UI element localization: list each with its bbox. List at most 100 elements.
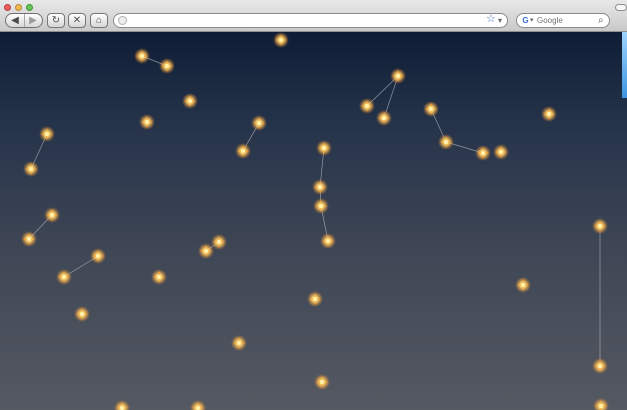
starfield <box>21 32 609 410</box>
star-core <box>119 405 125 410</box>
star-core <box>156 274 162 280</box>
star-core <box>216 239 222 245</box>
star-core <box>597 363 603 369</box>
star <box>139 114 155 130</box>
forward-button[interactable]: ▶ <box>24 14 42 27</box>
star-core <box>236 340 242 346</box>
star <box>320 233 336 249</box>
star <box>438 134 454 150</box>
star-core <box>428 106 434 112</box>
star <box>114 400 130 410</box>
star <box>390 68 406 84</box>
history-navigation: ◀ ▶ <box>5 13 43 28</box>
constellation-stars <box>21 32 609 410</box>
star <box>56 269 72 285</box>
star-core <box>381 115 387 121</box>
star-core <box>26 236 32 242</box>
star <box>273 32 289 48</box>
star <box>592 358 608 374</box>
star-core <box>498 149 504 155</box>
star-core <box>144 119 150 125</box>
close-window-button[interactable] <box>4 4 11 11</box>
star <box>21 231 37 247</box>
star <box>134 48 150 64</box>
page-viewport <box>0 32 627 410</box>
star-core <box>364 103 370 109</box>
star-core <box>61 274 67 280</box>
star <box>198 243 214 259</box>
star <box>376 110 392 126</box>
star-core <box>195 405 201 410</box>
star <box>307 291 323 307</box>
star-core <box>597 223 603 229</box>
star <box>592 218 608 234</box>
star-core <box>321 145 327 151</box>
star <box>44 207 60 223</box>
star-core <box>443 139 449 145</box>
star <box>423 101 439 117</box>
star <box>251 115 267 131</box>
star-core <box>278 37 284 43</box>
address-bar[interactable]: ☆ ▾ <box>113 13 508 28</box>
bookmark-star-icon[interactable]: ☆ <box>486 13 496 26</box>
star <box>515 277 531 293</box>
star <box>159 58 175 74</box>
star-core <box>28 166 34 172</box>
star-core <box>520 282 526 288</box>
star <box>74 306 90 322</box>
star <box>359 98 375 114</box>
star-core <box>164 63 170 69</box>
search-box[interactable]: G ▾ ⌕ <box>516 13 610 28</box>
star-core <box>203 248 209 254</box>
star-core <box>317 184 323 190</box>
star <box>593 398 609 410</box>
star <box>211 234 227 250</box>
star-core <box>187 98 193 104</box>
minimize-window-button[interactable] <box>15 4 22 11</box>
bookmark-menu-chevron-icon[interactable]: ▾ <box>498 14 502 27</box>
star-core <box>139 53 145 59</box>
star-core <box>95 253 101 259</box>
reload-button[interactable]: ↻ <box>47 13 65 28</box>
star <box>313 198 329 214</box>
star-core <box>395 73 401 79</box>
star-core <box>325 238 331 244</box>
star <box>23 161 39 177</box>
search-icon[interactable]: ⌕ <box>598 14 604 27</box>
browser-window: ◀ ▶ ↻ ✕ ⌂ ☆ ▾ G ▾ ⌕ <box>0 0 627 410</box>
star <box>190 400 206 410</box>
star-core <box>312 296 318 302</box>
search-input[interactable] <box>537 14 595 27</box>
browser-toolbar: ◀ ▶ ↻ ✕ ⌂ ☆ ▾ G ▾ ⌕ <box>0 0 627 32</box>
stop-button[interactable]: ✕ <box>68 13 86 28</box>
star-core <box>49 212 55 218</box>
star-core <box>318 203 324 209</box>
star <box>151 269 167 285</box>
site-favicon-icon <box>118 16 127 25</box>
star <box>182 93 198 109</box>
star <box>493 144 509 160</box>
back-button[interactable]: ◀ <box>6 14 25 27</box>
constellation-lines <box>28 55 601 366</box>
star-core <box>480 150 486 156</box>
home-button[interactable]: ⌂ <box>90 13 108 28</box>
star-core <box>598 403 604 409</box>
star <box>312 179 328 195</box>
star-core <box>546 111 552 117</box>
star-core <box>256 120 262 126</box>
star-core <box>319 379 325 385</box>
star-core <box>240 148 246 154</box>
url-input[interactable] <box>131 14 479 27</box>
search-provider-chevron-icon[interactable]: ▾ <box>530 14 534 27</box>
star <box>231 335 247 351</box>
star-core <box>79 311 85 317</box>
star <box>39 126 55 142</box>
star <box>90 248 106 264</box>
star <box>316 140 332 156</box>
toolbar-toggle-button[interactable] <box>615 4 627 11</box>
star-core <box>44 131 50 137</box>
star <box>475 145 491 161</box>
star <box>235 143 251 159</box>
zoom-window-button[interactable] <box>26 4 33 11</box>
star <box>314 374 330 390</box>
